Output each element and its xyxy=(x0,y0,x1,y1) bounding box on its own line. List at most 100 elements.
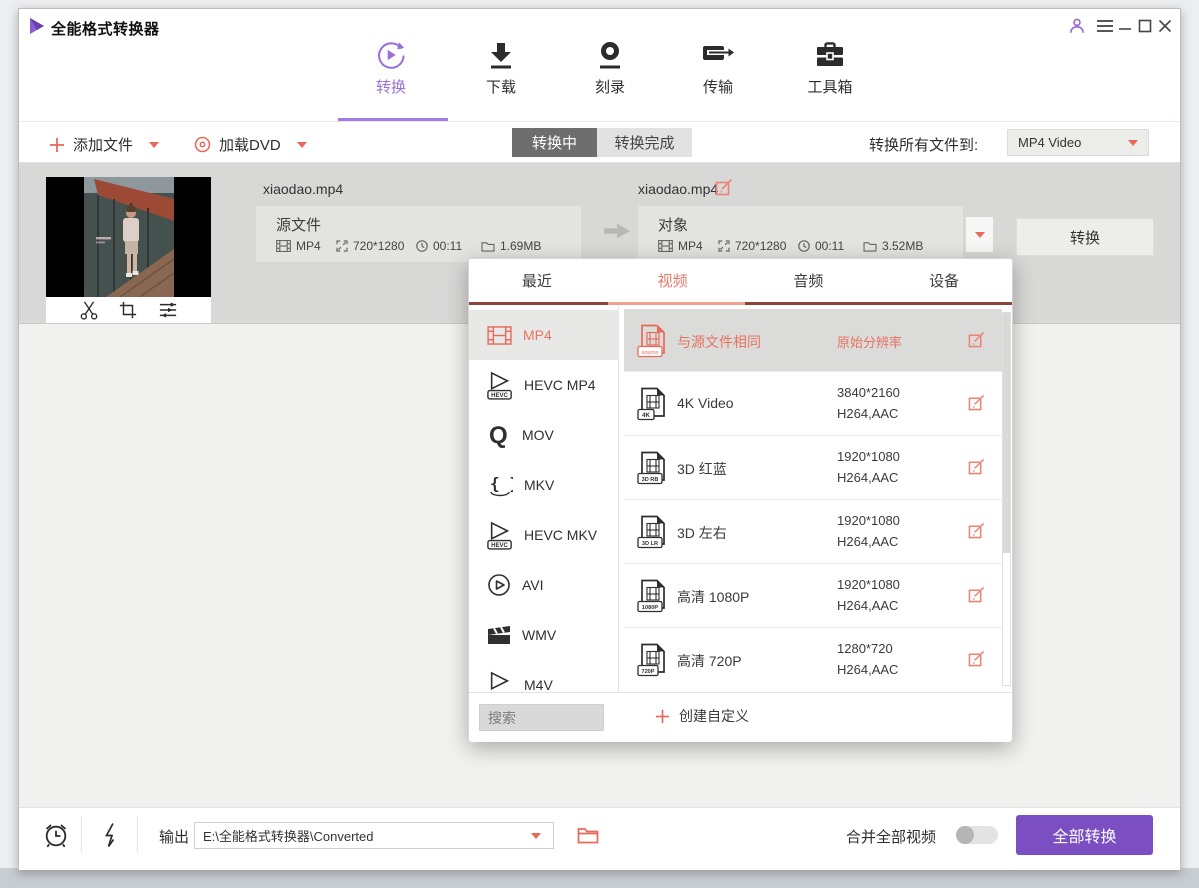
preset-resolution: 1920*1080 xyxy=(837,449,900,464)
create-custom-button[interactable]: 创建自定义 xyxy=(655,706,749,726)
edit-preset-icon[interactable] xyxy=(968,331,985,348)
4k-file-icon: 4K xyxy=(637,387,667,421)
format-item-m4v[interactable]: M4V xyxy=(469,660,618,692)
app-title: 全能格式转换器 xyxy=(51,18,160,39)
format-item-wmv[interactable]: WMV xyxy=(469,610,618,660)
hevc-play-icon: HEVC xyxy=(487,521,513,550)
load-dvd-button[interactable]: 加载DVD xyxy=(194,134,307,155)
svg-text:3D LR: 3D LR xyxy=(642,541,658,547)
account-icon[interactable] xyxy=(1067,16,1087,36)
convert-icon xyxy=(374,39,408,71)
create-custom-label: 创建自定义 xyxy=(679,706,749,726)
maximize-button[interactable] xyxy=(1135,16,1155,36)
menu-icon[interactable] xyxy=(1095,16,1115,36)
preset-codec: H264,AAC xyxy=(837,470,898,485)
preset-4k-video[interactable]: 4K 4K Video 3840*2160 H264,AAC xyxy=(624,371,1002,435)
nav-tab-burn[interactable]: 刻录 xyxy=(555,39,665,97)
folder-icon xyxy=(863,241,877,252)
target-duration: 00:11 xyxy=(798,239,844,253)
format-item-hevc-mp4[interactable]: HEVC HEVC MP4 xyxy=(469,360,618,410)
bottom-bar: 输出 合并全部视频 全部转换 xyxy=(19,807,1180,870)
trim-scissors-icon[interactable] xyxy=(79,300,99,320)
disc-icon xyxy=(194,136,211,153)
edit-preset-icon[interactable] xyxy=(968,586,985,603)
target-card-title: 对象 xyxy=(658,214,688,235)
format-item-hevc-mkv[interactable]: HEVC HEVC MKV xyxy=(469,510,618,560)
preset-scrollbar[interactable] xyxy=(1002,312,1011,686)
target-format-dropdown-button[interactable] xyxy=(965,216,994,253)
convert-row-button[interactable]: 转换 xyxy=(1016,218,1154,256)
edit-preset-icon[interactable] xyxy=(968,458,985,475)
plus-icon xyxy=(49,137,65,153)
popup-tab-audio[interactable]: 音频 xyxy=(741,259,877,302)
convert-all-button[interactable]: 全部转换 xyxy=(1016,815,1153,855)
popup-tab-device[interactable]: 设备 xyxy=(876,259,1012,302)
3d-lr-file-icon: 3D LR xyxy=(637,515,667,549)
resize-icon xyxy=(336,240,348,252)
popup-tab-recent[interactable]: 最近 xyxy=(469,259,605,302)
output-format-dropdown[interactable]: MP4 Video xyxy=(1007,129,1149,156)
popup-panel-divider xyxy=(618,306,619,692)
format-item-avi[interactable]: AVI xyxy=(469,560,618,610)
preset-codec: H264,AAC xyxy=(837,598,898,613)
nav-tab-download[interactable]: 下载 xyxy=(446,39,556,97)
preset-name: 4K Video xyxy=(677,395,734,411)
edit-preset-icon[interactable] xyxy=(968,650,985,667)
tab-converted[interactable]: 转换完成 xyxy=(597,128,692,157)
thumbnail-toolbar xyxy=(46,297,211,323)
open-folder-icon[interactable] xyxy=(577,826,599,844)
chevron-down-icon xyxy=(975,232,985,238)
preset-hd-1080p[interactable]: 1080P 高清 1080P 1920*1080 H264,AAC xyxy=(624,563,1002,627)
film-icon xyxy=(276,240,291,252)
mkv-braces-icon: { } xyxy=(487,472,513,498)
chevron-down-icon xyxy=(1128,140,1138,146)
nav-label: 工具箱 xyxy=(807,76,852,97)
format-item-mp4[interactable]: MP4 xyxy=(469,310,618,360)
rename-edit-icon[interactable] xyxy=(715,178,733,196)
divider xyxy=(137,816,138,852)
add-file-button[interactable]: 添加文件 xyxy=(49,134,159,155)
scrollbar-thumb[interactable] xyxy=(1003,313,1010,553)
chevron-down-icon[interactable] xyxy=(531,833,541,839)
edit-preset-icon[interactable] xyxy=(968,394,985,411)
svg-text:1080P: 1080P xyxy=(642,605,658,611)
source-file-icon: source xyxy=(637,324,667,358)
download-icon xyxy=(486,39,516,71)
desktop-taskbar-strip xyxy=(0,868,1199,888)
toggle-knob xyxy=(956,826,974,844)
high-speed-bolt-icon[interactable] xyxy=(101,822,119,848)
tab-converting[interactable]: 转换中 xyxy=(512,128,597,157)
format-item-mkv[interactable]: { } MKV xyxy=(469,460,618,510)
plus-icon xyxy=(655,709,670,724)
search-input[interactable] xyxy=(479,704,604,731)
schedule-alarm-icon[interactable] xyxy=(43,822,69,848)
effects-sliders-icon[interactable] xyxy=(157,301,179,319)
preset-codec: H264,AAC xyxy=(837,534,898,549)
nav-tab-convert[interactable]: 转换 xyxy=(336,39,446,97)
output-path-input[interactable] xyxy=(194,822,554,849)
preset-hd-720p[interactable]: 720P 高清 720P 1280*720 H264,AAC xyxy=(624,627,1002,691)
output-label: 输出 xyxy=(159,826,189,847)
tab-converted-label: 转换完成 xyxy=(614,132,674,153)
popup-tabbar: 最近 视频 音频 设备 xyxy=(469,259,1012,302)
preset-resolution: 1920*1080 xyxy=(837,577,900,592)
minimize-button[interactable] xyxy=(1115,16,1135,36)
popup-active-tab-underline xyxy=(608,302,745,305)
format-item-mov[interactable]: Q MOV xyxy=(469,410,618,460)
edit-preset-icon[interactable] xyxy=(968,522,985,539)
preset-3d-red-blue[interactable]: 3D RB 3D 红蓝 1920*1080 H264,AAC xyxy=(624,435,1002,499)
nav-tab-toolbox[interactable]: 工具箱 xyxy=(775,39,885,97)
preset-3d-left-right[interactable]: 3D LR 3D 左右 1920*1080 H264,AAC xyxy=(624,499,1002,563)
preset-resolution: 3840*2160 xyxy=(837,385,900,400)
crop-icon[interactable] xyxy=(119,301,137,319)
nav-label: 刻录 xyxy=(595,76,625,97)
merge-videos-toggle[interactable] xyxy=(956,826,998,844)
popup-tab-video[interactable]: 视频 xyxy=(605,259,741,302)
svg-text:4K: 4K xyxy=(642,412,650,419)
nav-tab-transfer[interactable]: 传输 xyxy=(663,39,773,97)
toolbar: 添加文件 加载DVD 转换中 转换完成 转换所有文件到: MP4 Video xyxy=(19,122,1180,163)
preset-same-as-source[interactable]: source 与源文件相同 原始分辨率 xyxy=(624,309,1002,371)
chevron-down-icon xyxy=(297,142,307,148)
source-format: MP4 xyxy=(276,239,321,253)
close-button[interactable] xyxy=(1155,16,1175,36)
